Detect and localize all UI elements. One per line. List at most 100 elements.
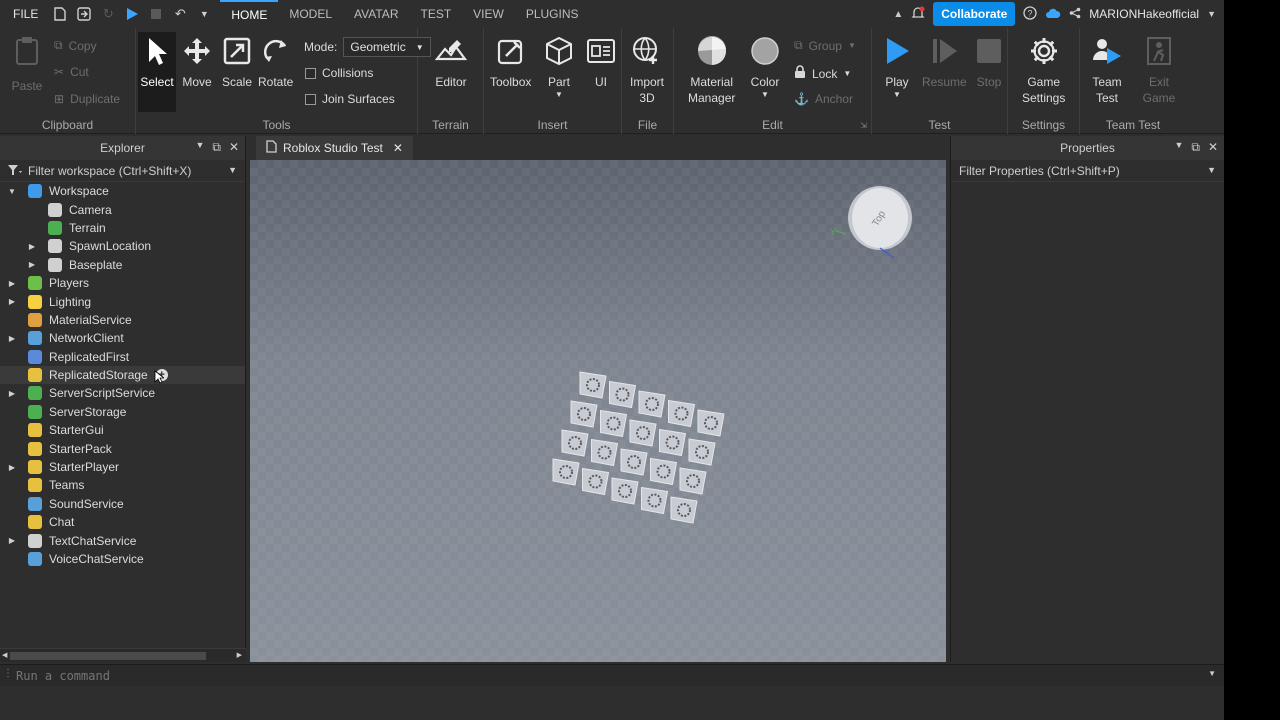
explorer-item-materialservice[interactable]: MaterialService [0,311,245,329]
expand-arrow-icon[interactable]: ▶ [8,297,16,306]
explorer-item-players[interactable]: ▶ Players [0,274,245,292]
spawn-pad[interactable] [570,400,598,428]
team-test-button[interactable]: Team Test [1090,34,1124,106]
explorer-item-serverstorage[interactable]: ServerStorage [0,403,245,421]
part-button[interactable]: Part ▼ [542,34,576,100]
drag-handle-icon[interactable]: ⋮ [3,668,13,679]
game-settings-button[interactable]: Game Settings [1022,34,1065,106]
spawn-pad-grid[interactable] [552,371,725,524]
move-button[interactable]: Move [180,34,214,90]
close-icon[interactable]: ✕ [1208,140,1218,155]
filter-dropdown-icon[interactable]: ▼ [1207,165,1216,175]
spawn-pad[interactable] [579,371,607,399]
explorer-item-replicatedstorage[interactable]: ReplicatedStorage + [0,365,245,385]
explorer-horizontal-scrollbar[interactable]: ◀ ▶ [0,648,246,662]
explorer-item-terrain[interactable]: Terrain [0,219,245,237]
explorer-item-camera[interactable]: Camera [0,200,245,218]
explorer-item-soundservice[interactable]: SoundService [0,495,245,513]
undo-icon[interactable]: ↶ [172,6,188,22]
explorer-item-spawnlocation[interactable]: ▶ SpawnLocation [0,237,245,255]
spawn-pad[interactable] [679,467,707,495]
collisions-toggle[interactable]: Collisions [305,66,373,80]
explorer-item-textchatservice[interactable]: ▶ TextChatService [0,531,245,549]
spawn-pad[interactable] [620,448,648,476]
duplicate-button[interactable]: ⊞ Duplicate [54,92,120,106]
explorer-item-workspace[interactable]: ▼ Workspace [0,182,245,200]
explorer-filter[interactable]: Filter workspace (Ctrl+Shift+X) ▼ [0,160,245,182]
filter-icon[interactable] [8,164,22,178]
tab-view[interactable]: VIEW [462,0,515,28]
join-surfaces-toggle[interactable]: Join Surfaces [305,92,395,106]
collapse-arrow-icon[interactable]: ▼ [8,187,16,196]
panel-menu-chevron-icon[interactable]: ▼ [1174,140,1183,155]
spawn-pad[interactable] [591,438,619,467]
explorer-item-baseplate[interactable]: ▶ Baseplate [0,256,245,274]
scroll-right-icon[interactable]: ▶ [237,651,242,659]
explorer-item-starterpack[interactable]: StarterPack [0,439,245,457]
command-input[interactable] [16,668,1116,683]
expand-arrow-icon[interactable]: ▶ [8,389,16,398]
spawn-pad[interactable] [582,467,610,496]
terrain-editor-button[interactable]: Editor [434,34,468,90]
expand-arrow-icon[interactable]: ▶ [8,334,16,343]
explorer-item-startergui[interactable]: StarterGui [0,421,245,439]
stop-button[interactable]: Stop [972,34,1006,90]
expand-arrow-icon[interactable]: ▶ [28,242,36,251]
spawn-pad[interactable] [561,429,589,457]
undock-icon[interactable]: ⧉ [1191,140,1200,155]
username[interactable]: MARIONHakeofficial [1089,7,1199,21]
share-icon[interactable] [1069,7,1081,22]
play-button[interactable]: Play ▼ [880,34,914,100]
filter-dropdown-icon[interactable]: ▼ [228,165,237,175]
play-dropdown-icon[interactable]: ▼ [893,90,901,100]
stop-small-icon[interactable] [148,6,164,22]
play-small-icon[interactable] [124,6,140,22]
spawn-pad[interactable] [697,409,725,437]
toolbox-button[interactable]: Toolbox [490,34,531,90]
collapse-ribbon-icon[interactable]: ▲ [893,9,903,20]
copy-button[interactable]: ⧉ Copy [54,38,97,53]
properties-filter-input[interactable]: Filter Properties (Ctrl+Shift+P) [959,164,1120,178]
spawn-pad[interactable] [641,486,669,515]
tab-roblox-studio-test[interactable]: Roblox Studio Test ✕ [256,136,413,160]
spawn-pad[interactable] [629,419,657,447]
material-manager-button[interactable]: Material Manager [688,34,735,106]
close-tab-icon[interactable]: ✕ [393,141,403,155]
expand-arrow-icon[interactable]: ▶ [8,463,16,472]
3d-viewport[interactable]: Top Y [250,160,946,662]
resume-button[interactable]: Resume [922,34,967,90]
spawn-pad[interactable] [668,399,696,428]
explorer-item-starterplayer[interactable]: ▶ StarterPlayer [0,458,245,476]
explorer-item-lighting[interactable]: ▶ Lighting [0,292,245,310]
explorer-item-teams[interactable]: Teams [0,476,245,494]
publish-icon[interactable] [76,6,92,22]
lock-button[interactable]: Lock ▼ [794,65,851,82]
spawn-pad[interactable] [552,458,580,486]
group-button[interactable]: ⧉ Group ▼ [794,38,856,53]
cloud-icon[interactable] [1045,7,1061,22]
properties-filter[interactable]: Filter Properties (Ctrl+Shift+P) ▼ [951,160,1224,182]
tab-plugins[interactable]: PLUGINS [515,0,590,28]
file-menu[interactable]: FILE [0,7,52,21]
spawn-pad[interactable] [688,438,716,466]
undock-icon[interactable]: ⧉ [212,140,221,155]
spawn-pad[interactable] [600,409,628,438]
spawn-pad[interactable] [650,457,678,486]
spawn-pad[interactable] [659,428,687,457]
expand-arrow-icon[interactable]: ▶ [8,279,16,288]
rotate-button[interactable]: Rotate [258,34,293,90]
expand-arrow-icon[interactable]: ▶ [8,536,16,545]
tab-model[interactable]: MODEL [278,0,343,28]
explorer-filter-input[interactable]: Filter workspace (Ctrl+Shift+X) [28,164,191,178]
exit-game-button[interactable]: Exit Game [1142,34,1176,106]
collisions-checkbox[interactable] [305,67,316,79]
view-cube[interactable]: Top Y [830,186,912,259]
scroll-left-icon[interactable]: ◀ [2,651,7,659]
customize-toolbar-icon[interactable]: ▼ [196,6,212,22]
explorer-item-replicatedfirst[interactable]: ReplicatedFirst [0,348,245,366]
panel-menu-chevron-icon[interactable]: ▼ [195,140,204,155]
spawn-pad[interactable] [638,390,666,418]
tab-test[interactable]: TEST [409,0,462,28]
color-dropdown-icon[interactable]: ▼ [761,90,769,100]
anchor-button[interactable]: ⚓ Anchor [794,92,853,106]
